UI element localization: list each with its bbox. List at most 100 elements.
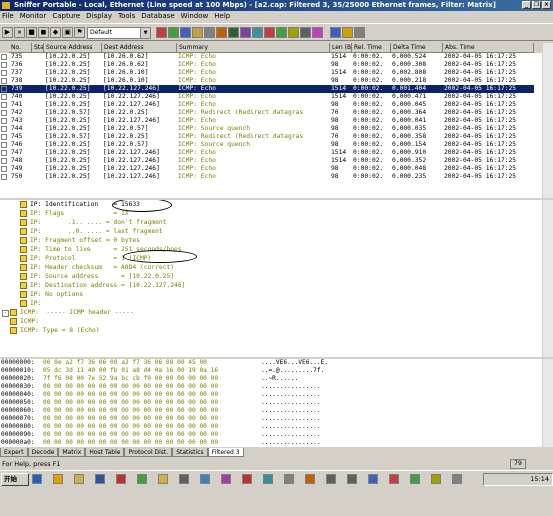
- restore-button[interactable]: ❐: [532, 1, 541, 9]
- packet-list-scrollbar[interactable]: [542, 43, 553, 198]
- app-icon[interactable]: [410, 474, 420, 484]
- row-checkbox[interactable]: [1, 150, 7, 156]
- toolbar-tool-icon-8[interactable]: [240, 27, 251, 38]
- app-icon[interactable]: [389, 474, 399, 484]
- table-row[interactable]: 745 [10.22.0.57] [10.22.0.25] ICMP: Redirec…: [0, 133, 534, 141]
- table-row[interactable]: 743 [10.22.0.25] [10.22.127.246] ICMP: Echo…: [0, 117, 534, 125]
- tab-statistics[interactable]: Statistics: [172, 448, 208, 457]
- row-checkbox[interactable]: [1, 62, 7, 68]
- start-button[interactable]: 开始: [1, 473, 29, 486]
- row-checkbox[interactable]: [1, 94, 7, 100]
- profile-dropdown[interactable]: Default ▼: [87, 27, 151, 39]
- column-header[interactable]: Stat: [32, 43, 44, 53]
- table-row[interactable]: 737 [10.22.0.25] [10.26.0.10] ICMP: Echo 151…: [0, 69, 534, 77]
- toolbar-tool-icon-17[interactable]: [354, 27, 365, 38]
- tab-decode[interactable]: Decode: [27, 448, 59, 457]
- table-row[interactable]: 740 [10.22.0.25] [10.22.127.246] ICMP: Echo…: [0, 93, 534, 101]
- toolbar-tool-icon-2[interactable]: [168, 27, 179, 38]
- menu-item-monitor[interactable]: Monitor: [20, 11, 47, 22]
- menu-item-file[interactable]: File: [2, 11, 14, 22]
- outlook-icon[interactable]: [53, 474, 63, 484]
- table-row[interactable]: 749 [10.22.0.25] [10.22.127.246] ICMP: Echo…: [0, 165, 534, 173]
- column-header[interactable]: Len (Byt: [330, 43, 352, 53]
- toolbar-icon-7[interactable]: ⚑: [74, 27, 85, 38]
- app-icon[interactable]: [221, 474, 231, 484]
- minimize-button[interactable]: _: [522, 1, 531, 9]
- window-icon[interactable]: [326, 474, 336, 484]
- column-header[interactable]: No.: [9, 43, 32, 53]
- toolbar-tool-icon-10[interactable]: [264, 27, 275, 38]
- row-checkbox[interactable]: [1, 70, 7, 76]
- row-checkbox[interactable]: [1, 110, 7, 116]
- row-checkbox[interactable]: [1, 78, 7, 84]
- column-header[interactable]: Delta Time: [391, 43, 443, 53]
- tab-expert[interactable]: Expert: [0, 448, 28, 457]
- row-checkbox[interactable]: [1, 166, 7, 172]
- column-header[interactable]: Rel. Time: [352, 43, 391, 53]
- table-row[interactable]: 746 [10.22.0.25] [10.22.0.57] ICMP: Source …: [0, 141, 534, 149]
- row-checkbox[interactable]: [1, 134, 7, 140]
- toolbar-tool-icon-1[interactable]: [156, 27, 167, 38]
- menu-item-capture[interactable]: Capture: [52, 11, 80, 22]
- app-icon[interactable]: [368, 474, 378, 484]
- toolbar-tool-icon-15[interactable]: [330, 27, 341, 38]
- row-checkbox[interactable]: [1, 126, 7, 132]
- close-button[interactable]: ×: [542, 1, 551, 9]
- toolbar-icon-3[interactable]: ■: [26, 27, 37, 38]
- ie-icon[interactable]: [32, 474, 42, 484]
- row-checkbox[interactable]: [1, 102, 7, 108]
- tab-matrix[interactable]: Matrix: [58, 448, 86, 457]
- detail-scrollbar[interactable]: [542, 199, 553, 357]
- column-header[interactable]: Summary: [177, 43, 330, 53]
- tab-protocol-dist-[interactable]: Protocol Dist.: [124, 448, 173, 457]
- app-icon[interactable]: [452, 474, 462, 484]
- toolbar-icon-5[interactable]: ◆: [50, 27, 61, 38]
- pane-splitter[interactable]: [0, 357, 553, 359]
- menu-item-window[interactable]: Window: [181, 11, 209, 22]
- hex-scrollbar[interactable]: [542, 359, 553, 447]
- toolbar-tool-icon-11[interactable]: [276, 27, 287, 38]
- sniffer-icon[interactable]: [116, 474, 126, 484]
- toolbar-tool-icon-4[interactable]: [192, 27, 203, 38]
- app-icon[interactable]: [263, 474, 273, 484]
- column-header[interactable]: Source Address: [44, 43, 102, 53]
- expand-icon[interactable]: -: [2, 310, 9, 317]
- row-checkbox[interactable]: [1, 86, 7, 92]
- table-row[interactable]: 735 [10.22.0.25] [10.26.0.62] ICMP: Echo 151…: [0, 53, 534, 61]
- toolbar-tool-icon-7[interactable]: [228, 27, 239, 38]
- row-checkbox[interactable]: [1, 142, 7, 148]
- tab-filtered-3[interactable]: Filtered 3: [207, 448, 244, 457]
- chat-icon[interactable]: [137, 474, 147, 484]
- table-row[interactable]: 747 [10.22.0.25] [10.22.127.246] ICMP: Echo…: [0, 149, 534, 157]
- toolbar-tool-icon-16[interactable]: [342, 27, 353, 38]
- sniffer-icon[interactable]: [242, 474, 252, 484]
- tab-host-table[interactable]: Host Table: [85, 448, 125, 457]
- folder-icon[interactable]: [158, 474, 168, 484]
- toolbar-tool-icon-6[interactable]: [216, 27, 227, 38]
- app-icon[interactable]: [284, 474, 294, 484]
- app-icon[interactable]: [431, 474, 441, 484]
- toolbar-icon-1[interactable]: ▶: [2, 27, 13, 38]
- column-header[interactable]: Abs. Time: [443, 43, 534, 53]
- window-icon[interactable]: [347, 474, 357, 484]
- menu-item-tools[interactable]: Tools: [118, 11, 135, 22]
- row-checkbox[interactable]: [1, 174, 7, 180]
- menu-item-help[interactable]: Help: [214, 11, 230, 22]
- app-icon[interactable]: [305, 474, 315, 484]
- table-row[interactable]: 750 [10.22.0.25] [10.22.127.246] ICMP: Echo…: [0, 173, 534, 181]
- toolbar-tool-icon-12[interactable]: [288, 27, 299, 38]
- row-checkbox[interactable]: [1, 118, 7, 124]
- table-row[interactable]: 748 [10.22.0.25] [10.22.127.246] ICMP: Echo…: [0, 157, 534, 165]
- table-row[interactable]: 741 [10.22.0.25] [10.22.127.246] ICMP: Echo…: [0, 101, 534, 109]
- table-row[interactable]: 742 [10.22.0.57] [10.22.0.25] ICMP: Redirec…: [0, 109, 534, 117]
- table-row[interactable]: 744 [10.22.0.25] [10.22.0.57] ICMP: Source …: [0, 125, 534, 133]
- table-row[interactable]: 739 [10.22.0.25] [10.22.127.246] ICMP: Echo…: [0, 85, 534, 93]
- table-row[interactable]: 736 [10.22.0.25] [10.26.0.62] ICMP: Echo 98 0…: [0, 61, 534, 69]
- toolbar-tool-icon-3[interactable]: [180, 27, 191, 38]
- toolbar-tool-icon-14[interactable]: [312, 27, 323, 38]
- folder-icon[interactable]: [74, 474, 84, 484]
- toolbar-icon-2[interactable]: ⏸: [14, 27, 25, 38]
- chevron-down-icon[interactable]: ▼: [140, 28, 150, 38]
- window-icon[interactable]: [179, 474, 189, 484]
- toolbar-tool-icon-5[interactable]: [204, 27, 215, 38]
